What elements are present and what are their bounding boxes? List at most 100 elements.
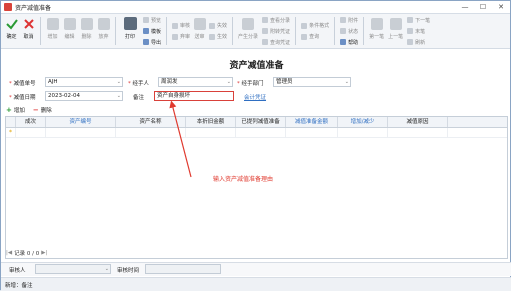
prev-icon (389, 18, 402, 30)
template-icon (143, 28, 149, 34)
dept-field[interactable]: 管理员 ⌄ (273, 77, 351, 87)
x-icon (23, 19, 34, 29)
first-record-icon[interactable]: |◀ (6, 250, 12, 256)
maximize-button[interactable]: ☐ (474, 3, 492, 11)
status-button[interactable]: 状态 (340, 26, 358, 36)
query-voucher-button[interactable]: 查看分录 (262, 15, 290, 25)
reduction-no-field[interactable]: AJH ⌄ (45, 77, 123, 87)
help-icon (340, 39, 347, 45)
generate-voucher-button[interactable]: 产生分录 (236, 15, 260, 47)
table-cell[interactable] (116, 128, 186, 137)
date-field[interactable]: 2023-02-04 ⌄ (45, 91, 123, 101)
table-cell[interactable] (236, 128, 286, 137)
next-icon (407, 17, 414, 23)
app-icon (4, 3, 12, 11)
query-related-button[interactable]: 查询凭证 (262, 37, 290, 47)
auditor-field[interactable]: ⌄ (35, 264, 111, 274)
condition-format-button[interactable]: 条件格式 (301, 21, 329, 31)
confirm-button[interactable]: 确定 (3, 15, 20, 47)
grid-col-asset-no[interactable]: 资产编号 (46, 117, 116, 127)
invalid-icon (209, 22, 216, 29)
delete-button[interactable]: 删除 (78, 15, 95, 47)
export-icon (143, 39, 149, 45)
audit-button[interactable]: 审核 (172, 21, 190, 31)
record-navigator: |◀ 记录 0 / 0 ▶| (6, 249, 47, 257)
abandon-button[interactable]: 放弃 (95, 15, 112, 47)
table-cell (448, 128, 507, 137)
help-button[interactable]: 帮助 (340, 37, 358, 47)
preview-icon (143, 17, 149, 23)
grid-col-increase-decrease[interactable]: 增加/减少 (338, 117, 388, 127)
first-button[interactable]: 第一笔 (367, 15, 386, 47)
status-bar: 新增：备注 (1, 277, 511, 291)
toolbar-divider (363, 17, 365, 45)
last-icon (407, 28, 414, 34)
edit-button[interactable]: 编辑 (61, 15, 78, 47)
grid-col-seq[interactable]: 成次 (16, 117, 46, 127)
unsubmit-button[interactable]: 失效 (209, 21, 227, 31)
grid-col-accrued[interactable]: 已提列减值准备 (236, 117, 286, 127)
grid-col-depreciation[interactable]: 本折旧金额 (186, 117, 236, 127)
next-button[interactable]: 下一笔 (407, 15, 430, 25)
table-cell[interactable] (16, 128, 46, 137)
attachment-button[interactable]: 附件 (340, 15, 358, 25)
preview-button[interactable]: 预览 (143, 15, 161, 25)
grid-col-reason[interactable]: 减值原因 (388, 117, 448, 127)
query-button[interactable]: 查询 (301, 32, 329, 42)
print-options: 预览 模板 导出 (141, 15, 163, 47)
toolbar-divider (40, 17, 41, 45)
table-cell[interactable] (46, 128, 116, 137)
window-title: 资产减值准备 (15, 4, 52, 12)
template-button[interactable]: 模板 (143, 26, 161, 36)
date-label: * 减值日期 (9, 95, 36, 101)
status-icon (340, 28, 347, 34)
toolbar-divider (334, 17, 336, 45)
prev-button[interactable]: 上一笔 (386, 15, 405, 47)
last-button[interactable]: 末笔 (407, 26, 430, 36)
close-button[interactable]: ✕ (492, 3, 510, 11)
toolbar-divider (115, 17, 116, 45)
generate-button[interactable]: 生效 (209, 32, 227, 42)
toolbar: 确定 取消 增加 编辑 删除 放弃 打印 预览 模板 导出 审核 弃审 送审 失… (1, 14, 510, 49)
effect-icon (209, 33, 216, 40)
minus-icon: − (32, 106, 39, 114)
unaudit-button[interactable]: 弃审 (172, 32, 190, 42)
nav-group: 下一笔 末笔 刷新 (405, 15, 432, 47)
table-cell[interactable] (286, 128, 338, 137)
attach-voucher-button[interactable]: 附转凭证 (262, 26, 290, 36)
audit-icon (172, 22, 179, 29)
remark-field[interactable]: 资产自身损坏 (154, 91, 234, 101)
submit-button[interactable]: 送审 (192, 15, 207, 47)
next-record-icon[interactable]: ▶| (41, 250, 47, 256)
detail-delete-button[interactable]: − 删除 (33, 106, 52, 114)
grid-col-reserve-amount[interactable]: 减值准备金额 (286, 117, 338, 127)
export-button[interactable]: 导出 (143, 37, 161, 47)
form-title: 资产减值准备 (229, 61, 284, 71)
audit-time-field[interactable] (145, 264, 221, 274)
detail-add-button[interactable]: + 增加 (6, 106, 25, 114)
effect-group: 失效 生效 (207, 15, 229, 47)
cancel-button[interactable]: 取消 (20, 15, 37, 47)
add-button[interactable]: 增加 (44, 15, 61, 47)
table-row[interactable]: * (6, 128, 507, 138)
remark-label: 备注 (133, 95, 145, 101)
query-icon (301, 33, 308, 40)
minimize-button[interactable]: — (456, 3, 474, 11)
required-marker: * (9, 95, 12, 101)
grid-col-asset-name[interactable]: 资产名称 (116, 117, 186, 127)
format-icon (301, 22, 308, 29)
add-icon (46, 18, 59, 30)
table-cell[interactable] (186, 128, 236, 137)
table-cell[interactable] (388, 128, 448, 137)
handler-field[interactable]: 周润发 ⌄ (158, 77, 233, 87)
paperclip-icon (340, 17, 347, 23)
plus-icon: + (6, 106, 12, 114)
dropdown-arrow-icon: ⌄ (116, 79, 121, 85)
print-button[interactable]: 打印 (119, 15, 141, 47)
annotation-text: 输入资产减值准备理由 (213, 176, 274, 183)
table-cell[interactable] (338, 128, 388, 137)
first-icon (370, 18, 383, 30)
refresh-button[interactable]: 刷新 (407, 37, 430, 47)
edit-icon (63, 18, 76, 30)
voucher-link[interactable]: 会计凭证 (244, 93, 266, 101)
